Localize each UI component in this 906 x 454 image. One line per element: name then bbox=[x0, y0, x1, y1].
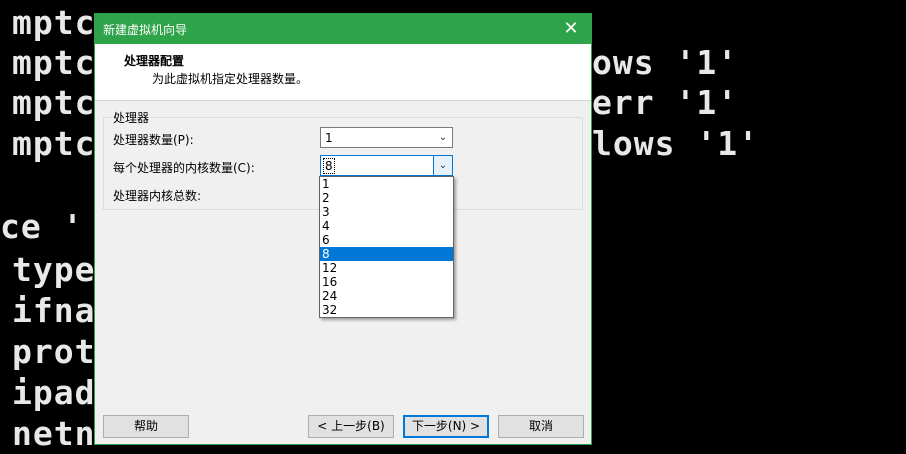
terminal-line: mptc bbox=[12, 124, 96, 163]
terminal-line: mptc bbox=[12, 43, 96, 82]
processor-count-value: 1 bbox=[325, 131, 333, 145]
group-label: 处理器 bbox=[111, 109, 152, 126]
page-subtitle: 为此虚拟机指定处理器数量。 bbox=[152, 72, 309, 86]
chevron-down-icon[interactable]: ⌄ bbox=[433, 156, 452, 175]
help-button[interactable]: 帮助 bbox=[103, 415, 189, 438]
terminal-line: ce ' bbox=[0, 207, 84, 246]
terminal-line: mptc bbox=[12, 3, 96, 42]
total-cores-label: 处理器内核总数: bbox=[113, 189, 202, 203]
dropdown-option[interactable]: 2 bbox=[320, 191, 453, 205]
cores-per-processor-label: 每个处理器的内核数量(C): bbox=[113, 161, 255, 175]
window-title: 新建虚拟机向导 bbox=[103, 23, 188, 37]
cores-dropdown-list: 1 2 3 4 6 8 12 16 24 32 bbox=[319, 176, 454, 318]
dropdown-option[interactable]: 8 bbox=[320, 247, 453, 261]
dropdown-option[interactable]: 6 bbox=[320, 233, 453, 247]
close-icon[interactable]: ✕ bbox=[551, 14, 591, 44]
dropdown-option[interactable]: 1 bbox=[320, 177, 453, 191]
dropdown-option[interactable]: 3 bbox=[320, 205, 453, 219]
terminal-line: ifna bbox=[12, 291, 96, 330]
dropdown-option[interactable]: 16 bbox=[320, 275, 453, 289]
next-button[interactable]: 下一步(N) > bbox=[403, 415, 489, 438]
dropdown-option[interactable]: 12 bbox=[320, 261, 453, 275]
dropdown-option[interactable]: 32 bbox=[320, 303, 453, 317]
cores-per-processor-value: 8 bbox=[323, 158, 335, 174]
wizard-header: 处理器配置 为此虚拟机指定处理器数量。 bbox=[95, 44, 591, 101]
dropdown-option[interactable]: 4 bbox=[320, 219, 453, 233]
terminal-line: type bbox=[12, 250, 96, 289]
terminal-line: netn bbox=[12, 414, 96, 453]
back-button[interactable]: < 上一步(B) bbox=[308, 415, 394, 438]
page-title: 处理器配置 bbox=[124, 54, 185, 68]
title-bar[interactable]: 新建虚拟机向导 ✕ bbox=[95, 14, 591, 44]
processor-count-label: 处理器数量(P): bbox=[113, 133, 194, 147]
chevron-down-icon[interactable]: ⌄ bbox=[434, 128, 452, 147]
terminal-line: mptc bbox=[12, 83, 96, 122]
cores-per-processor-select[interactable]: 8 ⌄ bbox=[320, 155, 453, 176]
cancel-button[interactable]: 取消 bbox=[498, 415, 584, 438]
processor-count-select[interactable]: 1 ⌄ bbox=[320, 127, 453, 148]
terminal-line: ipad bbox=[12, 373, 96, 412]
terminal-line: err '1' bbox=[592, 83, 739, 122]
terminal-line: ows '1' bbox=[592, 43, 739, 82]
terminal-line: lows '1' bbox=[592, 124, 759, 163]
terminal-line: prot bbox=[12, 332, 96, 371]
dropdown-option[interactable]: 24 bbox=[320, 289, 453, 303]
